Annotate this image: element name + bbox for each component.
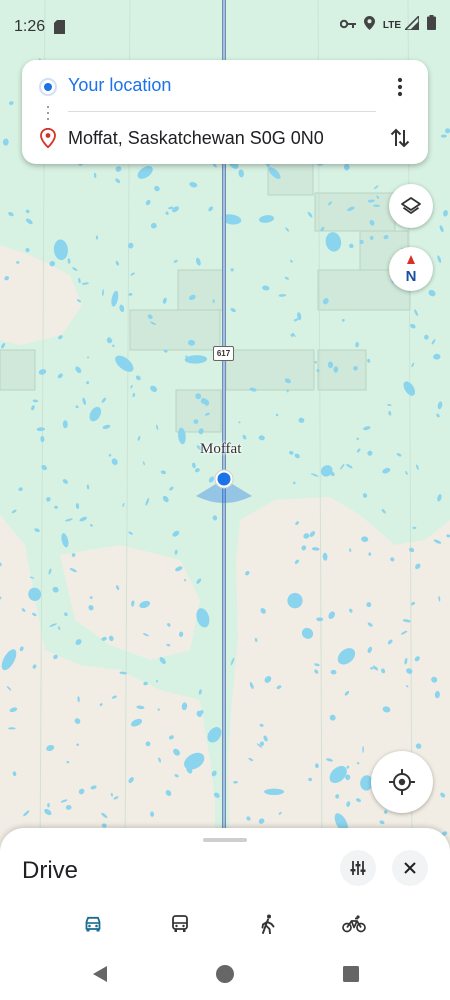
status-time: 1:26	[14, 18, 46, 35]
status-bar: 1:26 LTE	[0, 0, 450, 56]
card-divider	[68, 111, 376, 112]
lake-shape	[264, 788, 285, 795]
origin-field[interactable]: Your location	[68, 75, 171, 96]
walking-icon	[261, 914, 275, 934]
close-icon	[404, 862, 416, 874]
road-shield: 617	[213, 346, 234, 361]
walk-mode-tab[interactable]	[248, 908, 288, 940]
layers-button[interactable]	[389, 184, 433, 228]
compass-button[interactable]: N	[389, 247, 433, 291]
destination-pin-icon	[40, 127, 56, 153]
route-dots-icon	[47, 104, 49, 122]
more-vert-icon	[397, 77, 403, 97]
place-label[interactable]: Moffat	[200, 441, 241, 458]
bicycle-icon	[342, 915, 366, 933]
mode-title: Drive	[22, 857, 79, 884]
battery-icon	[427, 15, 436, 35]
origin-dot-icon	[39, 78, 57, 96]
signal-icon	[403, 13, 420, 35]
back-icon	[93, 966, 107, 982]
swap-icon	[390, 128, 410, 148]
bus-icon	[172, 915, 188, 932]
home-button[interactable]	[213, 962, 237, 986]
home-icon	[216, 965, 234, 983]
bike-mode-tab[interactable]	[334, 908, 374, 940]
my-location-button[interactable]	[371, 751, 433, 813]
more-options-button[interactable]	[386, 74, 414, 100]
recents-button[interactable]	[339, 962, 363, 986]
directions-card: Your location Moffat, Saskatchewan S0G 0…	[22, 60, 428, 164]
car-icon	[85, 916, 101, 932]
network-type: LTE	[382, 19, 401, 31]
compass-icon: N	[406, 255, 417, 284]
layers-icon	[401, 197, 421, 214]
travel-mode-tabs	[0, 908, 450, 940]
system-nav-bar	[0, 950, 450, 1000]
drive-mode-tab[interactable]	[73, 908, 113, 940]
destination-field[interactable]: Moffat, Saskatchewan S0G 0N0	[68, 128, 324, 149]
close-button[interactable]	[392, 850, 428, 886]
recents-icon	[343, 966, 359, 982]
location-icon	[363, 15, 375, 35]
sd-card-icon	[54, 20, 65, 39]
transit-mode-tab[interactable]	[160, 908, 200, 940]
drag-handle[interactable]	[203, 838, 247, 842]
swap-directions-button[interactable]	[386, 124, 414, 152]
tune-icon	[350, 861, 366, 875]
back-button[interactable]	[88, 962, 112, 986]
svg-text:N: N	[406, 268, 417, 284]
lake-shape	[7, 727, 16, 730]
route-options-button[interactable]	[340, 850, 376, 886]
vpn-key-icon	[339, 16, 356, 34]
crosshair-icon	[389, 769, 415, 795]
